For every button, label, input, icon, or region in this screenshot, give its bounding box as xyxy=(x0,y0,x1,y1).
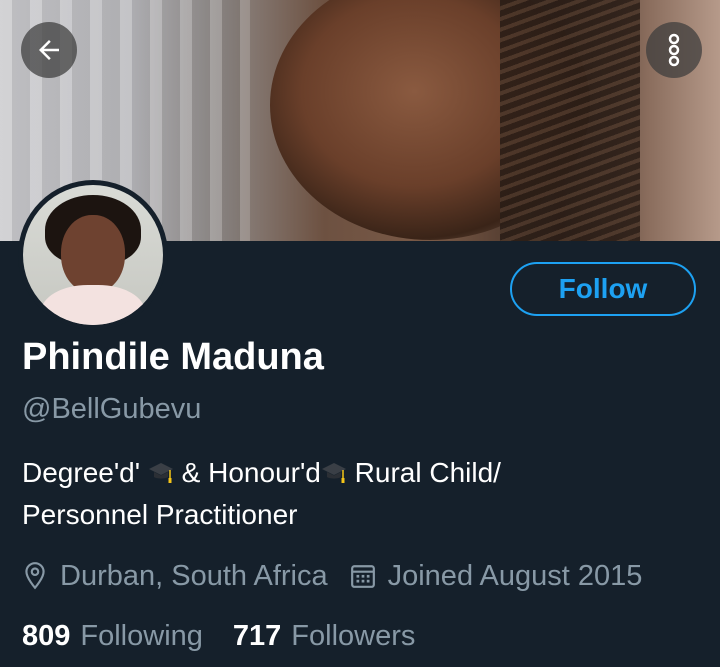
location-pin-icon xyxy=(25,562,45,590)
following-label[interactable]: Following xyxy=(80,620,203,653)
calendar-icon xyxy=(350,565,375,588)
graduation-cap-icon xyxy=(321,463,346,483)
location-text: Durban, South Africa xyxy=(60,559,328,592)
profile-bio: Degree'd' & Honour'd Rural Child/ Person… xyxy=(22,452,682,536)
joined-item: Joined August 2015 xyxy=(350,559,643,593)
more-options-button[interactable] xyxy=(646,22,702,78)
profile-stats: 809 Following 717 Followers xyxy=(22,616,445,656)
profile-name: Phindile Maduna xyxy=(22,336,324,378)
bio-part-3: Rural Child/ xyxy=(354,457,501,488)
avatar[interactable] xyxy=(18,180,168,330)
following-count[interactable]: 809 xyxy=(22,620,70,653)
followers-label[interactable]: Followers xyxy=(291,620,415,653)
location-item: Durban, South Africa xyxy=(22,560,328,593)
joined-text: Joined August 2015 xyxy=(387,559,643,592)
arrow-left-icon xyxy=(39,40,59,60)
more-vertical-icon xyxy=(668,33,680,67)
bio-part-1: Degree'd' xyxy=(22,457,141,488)
followers-count[interactable]: 717 xyxy=(233,620,281,653)
bio-part-2: & Honour'd xyxy=(181,457,321,488)
profile-meta: Durban, South Africa Joined August 2015 xyxy=(22,556,664,596)
banner-hair xyxy=(500,0,640,241)
follow-button[interactable]: Follow xyxy=(510,262,696,316)
profile-handle: @BellGubevu xyxy=(22,393,202,425)
avatar-image xyxy=(23,185,163,325)
graduation-cap-icon xyxy=(148,463,173,483)
bio-line-2: Personnel Practitioner xyxy=(22,499,298,530)
back-button[interactable] xyxy=(21,22,77,78)
